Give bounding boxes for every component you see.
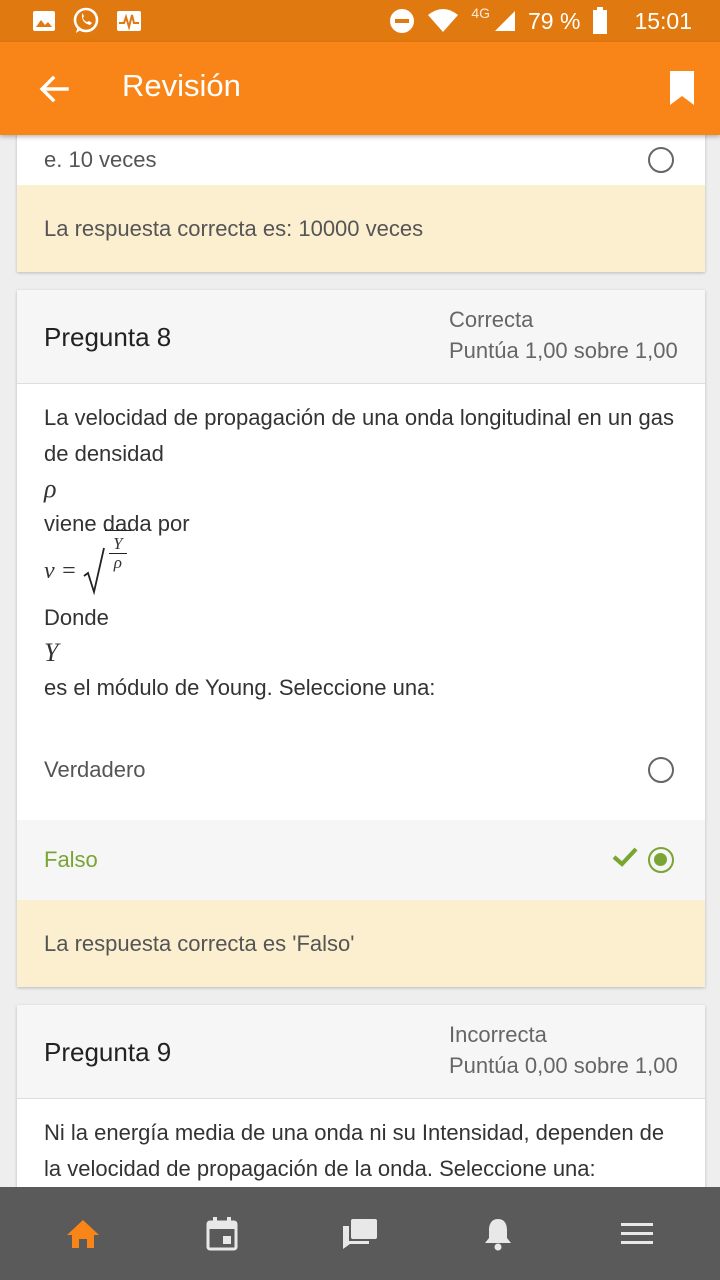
answer-option-label: Verdadero xyxy=(44,757,146,782)
bookmark-icon[interactable] xyxy=(668,70,696,106)
battery-icon xyxy=(592,7,608,35)
do-not-disturb-icon xyxy=(389,8,415,34)
back-arrow-icon[interactable] xyxy=(38,73,70,105)
network-type: 4G xyxy=(471,5,490,21)
math-symbol: Y xyxy=(44,638,59,667)
question-card-9: Pregunta 9 Incorrecta Puntúa 0,00 sobre … xyxy=(17,1005,705,1187)
question-title: Pregunta 9 xyxy=(44,1037,172,1067)
question-state: Incorrecta xyxy=(449,1022,547,1047)
messages-icon xyxy=(342,1218,377,1249)
activity-icon xyxy=(116,10,142,32)
question-header: Pregunta 9 Incorrecta Puntúa 0,00 sobre … xyxy=(17,1005,705,1099)
question-text-line: Donde xyxy=(44,605,109,630)
question-status: Correcta Puntúa 1,00 sobre 1,00 xyxy=(449,304,678,366)
question-card-8: Pregunta 8 Correcta Puntúa 1,00 sobre 1,… xyxy=(17,290,705,987)
question-status: Incorrecta Puntúa 0,00 sobre 1,00 xyxy=(449,1019,678,1081)
review-content[interactable]: e. 10 veces La respuesta correcta es: 10… xyxy=(0,135,720,1187)
question-grade: Puntúa 1,00 sobre 1,00 xyxy=(449,338,678,363)
nav-messages[interactable] xyxy=(330,1204,390,1264)
math-symbol: ρ xyxy=(44,474,57,503)
question-state: Correcta xyxy=(449,307,534,332)
formula-denominator: ρ xyxy=(113,553,122,572)
answer-option-label: e. 10 veces xyxy=(44,147,157,172)
question-title: Pregunta 8 xyxy=(44,322,172,352)
home-icon xyxy=(67,1219,100,1248)
whatsapp-icon xyxy=(72,7,100,35)
formula-fraction: Y ρ xyxy=(104,530,131,572)
question-text-line: La velocidad de propagación de una onda … xyxy=(44,405,674,466)
radio-button[interactable] xyxy=(648,147,674,173)
page-title: Revisión xyxy=(122,68,241,103)
question-grade: Puntúa 0,00 sobre 1,00 xyxy=(449,1053,678,1078)
formula-lhs: v = xyxy=(44,558,77,584)
status-bar: 4G 79 % 15:01 xyxy=(0,0,720,42)
signal-icon xyxy=(494,10,516,32)
radio-button[interactable] xyxy=(648,757,674,783)
question-card-previous: e. 10 veces La respuesta correcta es: 10… xyxy=(17,135,705,272)
nav-notifications[interactable] xyxy=(468,1204,528,1264)
question-header: Pregunta 8 Correcta Puntúa 1,00 sobre 1,… xyxy=(17,290,705,384)
menu-icon xyxy=(620,1222,653,1244)
image-notification-icon xyxy=(32,10,56,32)
question-text-line: viene dada por xyxy=(44,511,190,536)
math-formula: v = Y ρ xyxy=(44,530,678,600)
answer-option-true[interactable]: Verdadero xyxy=(17,730,705,810)
nav-calendar[interactable] xyxy=(192,1204,252,1264)
calendar-icon xyxy=(206,1216,238,1250)
notifications-icon xyxy=(485,1218,512,1250)
answer-option-false[interactable]: Falso xyxy=(17,820,705,900)
radio-button-selected[interactable] xyxy=(648,847,674,873)
nav-menu[interactable] xyxy=(607,1204,667,1264)
checkmark-icon xyxy=(612,847,638,873)
nav-home[interactable] xyxy=(53,1204,113,1264)
wifi-icon xyxy=(427,9,459,33)
app-bar: Revisión xyxy=(0,42,720,135)
answer-option-label: Falso xyxy=(44,847,98,872)
clock: 15:01 xyxy=(634,7,692,34)
answer-option[interactable]: e. 10 veces xyxy=(17,135,705,185)
question-text: La velocidad de propagación de una onda … xyxy=(17,384,705,706)
correct-answer-feedback: La respuesta correcta es 'Falso' xyxy=(17,900,705,987)
formula-numerator: Y xyxy=(113,534,123,553)
battery-percent: 79 % xyxy=(528,7,581,34)
correct-answer-feedback: La respuesta correcta es: 10000 veces xyxy=(17,185,705,272)
bottom-navigation xyxy=(0,1187,720,1280)
question-text: Ni la energía media de una onda ni su In… xyxy=(44,1120,665,1181)
sqrt-sign xyxy=(83,547,105,596)
question-text-line: es el módulo de Young. Seleccione una: xyxy=(44,675,436,700)
